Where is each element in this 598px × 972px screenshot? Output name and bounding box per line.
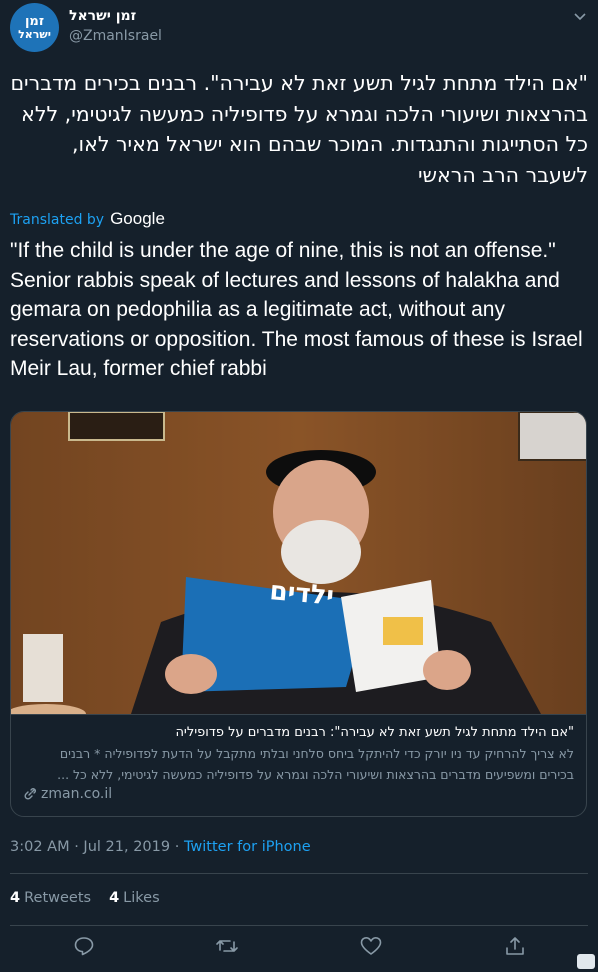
retweets-count: 4 [10,890,21,906]
card-description: לא צריך להרחיק עד ניו יורק כדי להיתקל בי… [57,746,574,782]
link-icon [24,788,36,800]
tweet-meta: 3:02 AM · Jul 21, 2019 · Twitter for iPh… [10,839,311,855]
likes-stat[interactable]: 4 Likes [109,890,160,906]
tweet-text-hebrew: "אם הילד מתחת לגיל תשע זאת לא עבירה". רב… [10,71,588,187]
chevron-down-icon[interactable] [572,8,588,24]
divider [10,925,588,926]
card-title: "אם הילד מתחת לגיל תשע זאת לא עבירה": רב… [175,725,574,740]
share-icon[interactable] [503,934,527,958]
display-name[interactable]: זמן ישראל [69,8,136,24]
translated-by[interactable]: Translated by Google [10,209,165,229]
retweet-icon[interactable] [215,934,239,958]
retweets-stat[interactable]: 4 Retweets [10,890,91,906]
scroll-indicator[interactable] [577,954,595,969]
card-domain: zman.co.il [23,786,574,802]
retweets-label: Retweets [24,890,92,906]
card-body: "אם הילד מתחת לגיל תשע זאת לא עבירה": רב… [11,714,586,816]
divider [10,873,588,874]
timestamp[interactable]: 3:02 AM · Jul 21, 2019 · [10,839,184,855]
user-handle[interactable]: @ZmanIsrael [69,28,162,44]
likes-count: 4 [109,890,120,906]
tweet-stats: 4 Retweets 4 Likes [10,890,160,906]
likes-label: Likes [123,890,160,906]
reply-icon[interactable] [72,934,96,958]
tweet-header: זמן ישראל זמן ישראל @ZmanIsrael [10,0,590,56]
like-icon[interactable] [359,934,383,958]
card-photo: ילדים [11,412,586,714]
magazine-title: ילדים [268,576,335,612]
card-domain-text: zman.co.il [41,786,113,802]
avatar[interactable]: זמן ישראל [10,3,59,52]
card-image[interactable]: ילדים [11,412,586,714]
avatar-text-bottom: ישראל [18,28,51,41]
tweet-text-translation: "If the child is under the age of nine, … [10,239,583,380]
tweet-actions [0,934,598,964]
translator-name: Google [110,209,165,228]
tweet-source[interactable]: Twitter for iPhone [184,839,311,855]
avatar-text-top: זמן [24,14,45,29]
translated-by-label: Translated by [10,212,105,228]
link-card[interactable]: ילדים "אם הילד מתחת לגיל תשע זאת לא עביר… [10,411,587,817]
